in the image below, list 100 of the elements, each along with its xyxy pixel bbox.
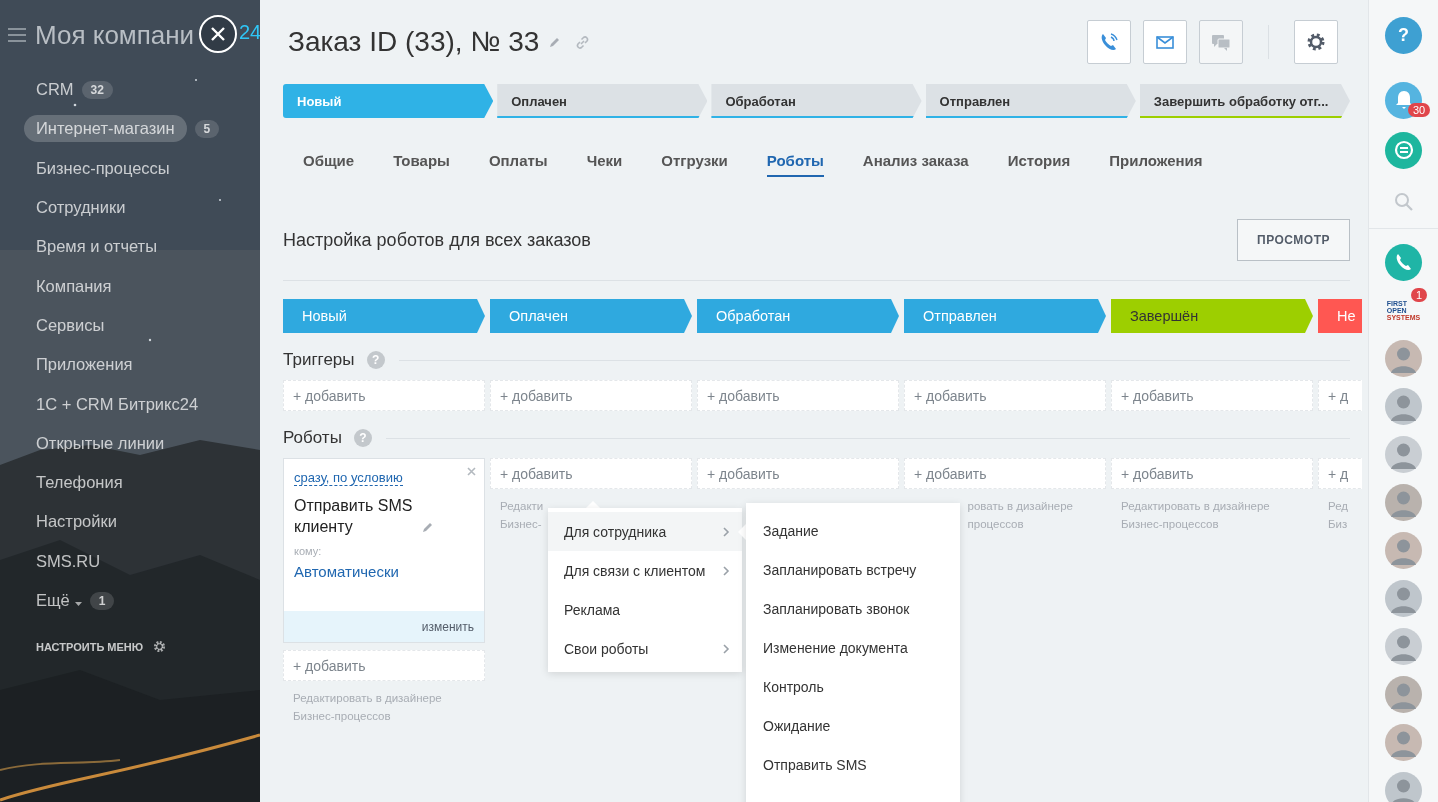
avatar[interactable] [1385,387,1422,425]
sidebar-item[interactable]: Интернет-магазин [24,115,187,143]
search-icon[interactable] [1393,192,1414,212]
menu-item[interactable]: Для связи с клиентом [548,551,742,590]
avatar[interactable] [1385,339,1422,377]
sidebar-item[interactable]: Компания [36,276,112,296]
tab[interactable]: Оплаты [488,144,548,177]
menu-item[interactable]: Изменение документа [746,628,960,667]
pencil-icon[interactable] [422,521,434,533]
menu-item[interactable]: Отправить SMS [746,745,960,784]
stage-step[interactable]: Обработан [711,84,922,118]
edit-link[interactable]: изменить [421,619,474,634]
menu-item[interactable]: Реклама [548,590,742,629]
tab[interactable]: Товары [393,144,450,177]
sidebar-item[interactable]: CRM [36,80,74,100]
add-button[interactable]: + добавить [283,650,485,681]
stage-step: Оплачен [490,299,692,333]
add-button[interactable]: + добавить [904,380,1106,411]
phone-button[interactable] [1385,243,1422,281]
preview-button[interactable]: ПРОСМОТР [1237,219,1350,261]
stage-step[interactable]: Отправлен [925,84,1136,118]
designer-note: Редакти Бизнес- [499,499,545,532]
add-button[interactable]: + добавить [283,380,485,411]
menu-icon[interactable] [8,28,26,42]
chat-icon [1392,139,1415,161]
sidebar-item[interactable]: Время и отчеты [36,237,158,257]
menu-item[interactable]: Для сотрудника [548,512,742,551]
add-button[interactable]: + добавить [904,458,1106,489]
add-button[interactable]: + добавить [697,380,899,411]
menu-item[interactable]: Задание [746,511,960,550]
designer-note: ровать в дизайнере процессов [966,499,1074,532]
recipient-label: кому: [294,545,323,557]
add-button[interactable]: + д [1318,380,1362,411]
tab[interactable]: Роботы [766,144,824,177]
tab[interactable]: История [1007,144,1071,177]
configure-menu-link[interactable]: НАСТРОИТЬ МЕНЮ [36,640,144,653]
chevron-icon [723,526,730,537]
gear-icon [1306,32,1326,52]
sidebar-item[interactable]: 1С + CRM Битрикс24 [36,394,199,414]
sidebar-item[interactable]: Приложения [36,355,133,375]
bell-icon [1394,90,1413,110]
designer-note: Редактировать в дизайнере Бизнес-процессов [292,691,443,724]
avatar[interactable] [1385,723,1422,761]
order-title: Заказ ID (33), № 33 [288,26,540,58]
link-icon[interactable] [575,34,591,50]
avatar[interactable] [1385,579,1422,617]
add-button[interactable]: + добавить [490,458,692,489]
add-button[interactable]: + добавить [1111,380,1313,411]
close-icon[interactable] [467,467,476,476]
chat-button[interactable] [1385,131,1422,169]
close-button[interactable] [199,15,237,53]
menu-item[interactable]: Запланировать звонок [746,589,960,628]
stage-step: Новый [283,299,485,333]
avatar[interactable] [1385,771,1422,802]
tab[interactable]: Отгрузки [661,144,728,177]
avatar[interactable] [1385,531,1422,569]
sidebar-item[interactable]: Бизнес-процессы [36,158,170,178]
recipient-value: Автоматически [294,563,400,580]
avatar[interactable] [1385,675,1422,713]
sidebar-item[interactable]: Ещё [36,591,82,610]
settings-button[interactable] [1294,20,1338,64]
designer-note: Редактировать в дизайнере Бизнес-процессов [1120,499,1271,532]
menu-item[interactable]: Контроль [746,667,960,706]
add-button[interactable]: + добавить [697,458,899,489]
tab[interactable]: Чеки [586,144,623,177]
chevron-icon [723,643,730,654]
pencil-icon[interactable] [549,36,562,48]
stage-step[interactable]: Оплачен [497,84,708,118]
menu-item[interactable]: Ожидание [746,706,960,745]
caret-icon [74,602,82,606]
add-button[interactable]: + добавить [490,380,692,411]
add-button[interactable]: + д [1318,458,1362,489]
notification-badge: 30 [1408,103,1431,117]
menu-item[interactable]: Свои роботы [548,629,742,668]
add-button[interactable]: + добавить [1111,458,1313,489]
menu-item[interactable]: Запланировать встречу [746,550,960,589]
tab[interactable]: Приложения [1109,144,1203,177]
tab[interactable]: Общие [303,144,355,177]
stage-step: Не [1318,299,1362,333]
condition-link[interactable]: сразу, по условию [294,470,403,486]
gear-icon[interactable] [153,640,167,654]
sidebar-item[interactable]: Сервисы [36,315,105,335]
sidebar-item[interactable]: Телефония [36,473,123,493]
stage-step[interactable]: Завершить обработку отг... [1139,84,1350,118]
avatar[interactable] [1385,435,1422,473]
avatar[interactable] [1385,483,1422,521]
avatar[interactable] [1385,627,1422,665]
section-heading: Роботы [283,428,342,448]
tab[interactable]: Анализ заказа [862,144,969,177]
portal-title: Моя компани [35,19,195,51]
sidebar-item[interactable]: Открытые линии [36,433,165,453]
sidebar-item[interactable]: SMS.RU [36,551,101,571]
counter-badge: 5 [194,119,220,138]
mail-button[interactable] [1143,20,1187,64]
phone-button[interactable] [1087,20,1131,64]
section-heading: Триггеры [283,350,355,370]
sidebar-item[interactable]: Сотрудники [36,198,126,218]
stage-step: Завершён [1111,299,1313,333]
stage-step: Отправлен [904,299,1106,333]
sidebar-item[interactable]: Настройки [36,512,117,532]
